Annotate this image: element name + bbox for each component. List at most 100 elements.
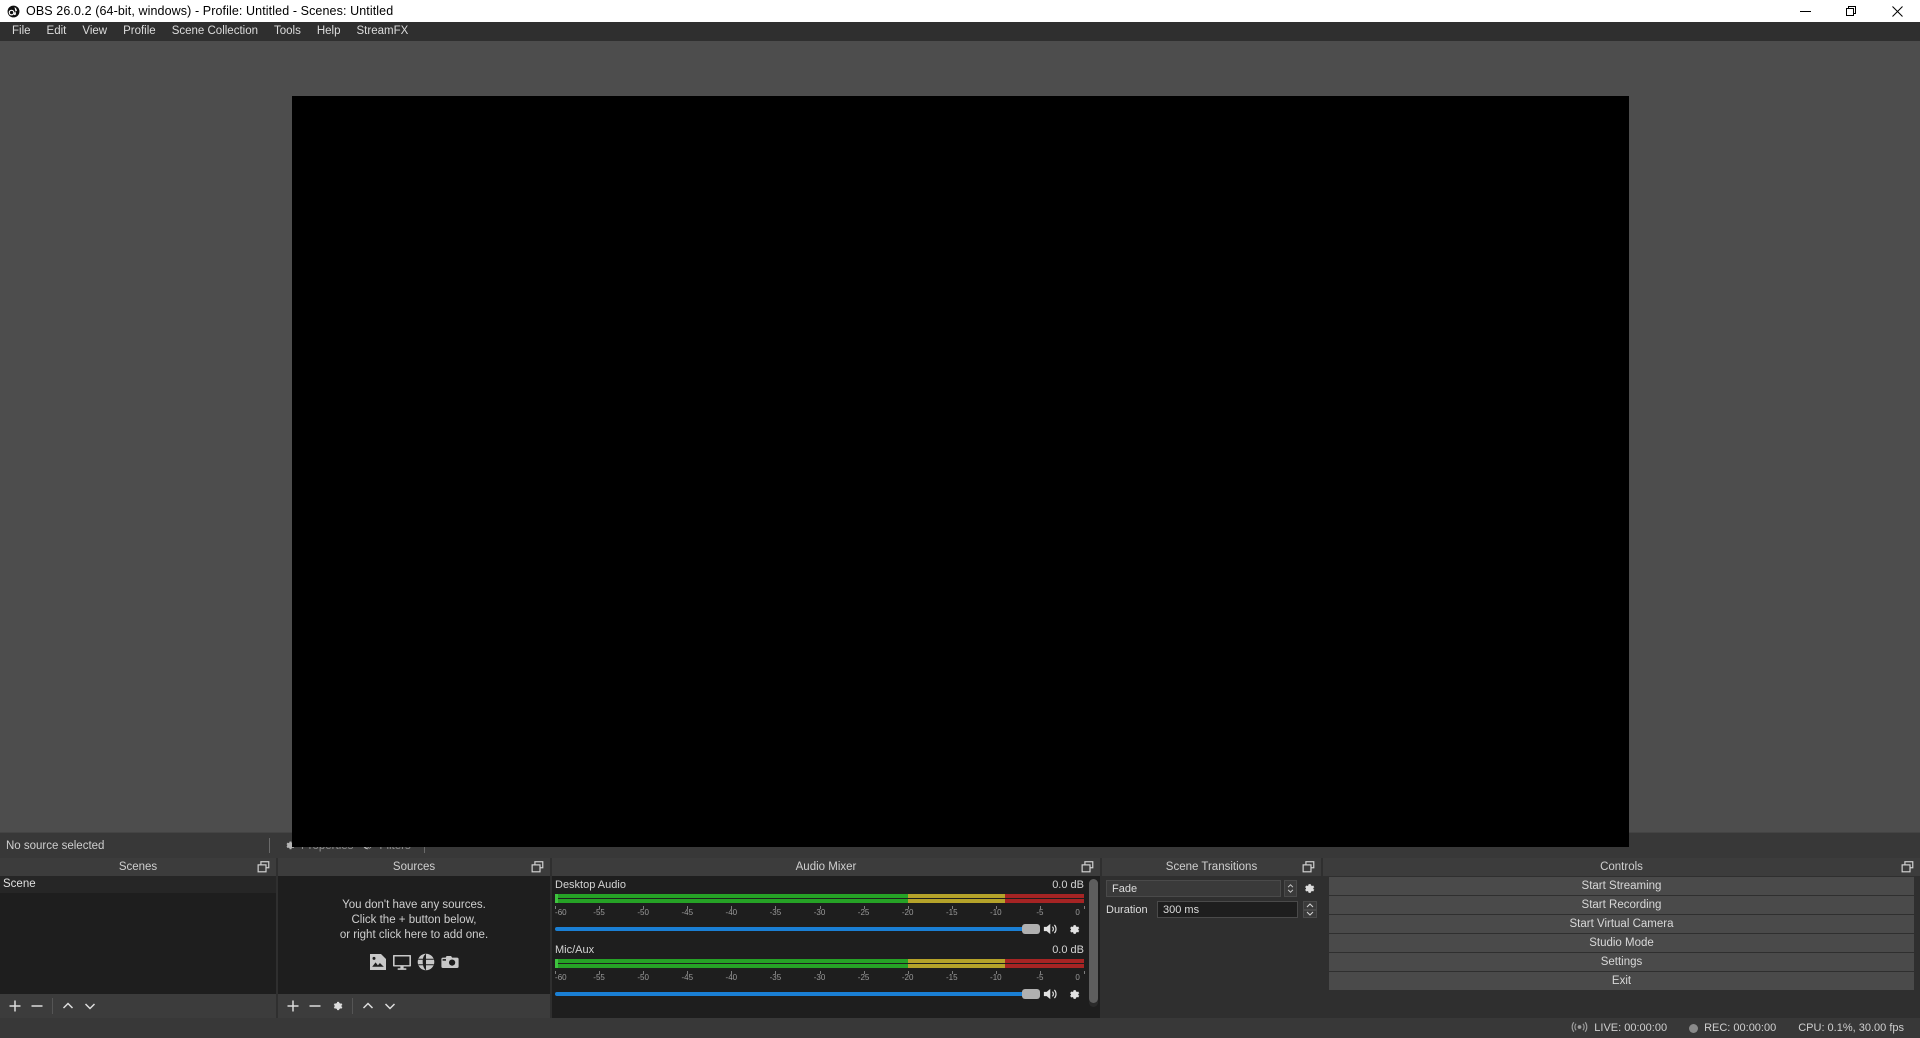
transition-select-row: Fade (1106, 880, 1317, 897)
move-scene-up-button[interactable] (57, 995, 79, 1017)
speaker-icon[interactable] (1040, 984, 1062, 1004)
start-virtual-camera-button[interactable]: Start Virtual Camera (1329, 915, 1914, 933)
source-properties-button[interactable] (326, 995, 348, 1017)
audio-mixer-dock: Audio Mixer Desktop Audio0.0 dB-60-55-50… (552, 858, 1100, 1018)
browser-globe-icon (416, 952, 436, 977)
scene-transitions-title-label: Scene Transitions (1166, 861, 1257, 873)
preview-canvas[interactable] (292, 96, 1629, 847)
dock-row: Scenes Scene (0, 858, 1920, 1018)
start-recording-button[interactable]: Start Recording (1329, 896, 1914, 914)
gear-icon[interactable] (1062, 984, 1084, 1004)
scene-transitions-dock: Scene Transitions Fade (1102, 858, 1321, 1018)
image-icon (368, 952, 388, 977)
scenes-list[interactable]: Scene (0, 876, 276, 994)
sources-dock: Sources You don't have any sources. Clic… (278, 858, 550, 1018)
studio-mode-button[interactable]: Studio Mode (1329, 934, 1914, 952)
sources-empty-line-3: or right click here to add one. (340, 928, 488, 943)
minimize-button[interactable] (1782, 0, 1828, 22)
volume-slider[interactable] (555, 986, 1040, 1002)
display-capture-icon (392, 952, 412, 977)
add-source-button[interactable] (282, 995, 304, 1017)
controls-body: Start Streaming Start Recording Start Vi… (1323, 876, 1920, 1018)
transition-config-button[interactable] (1300, 880, 1317, 897)
exit-button[interactable]: Exit (1329, 972, 1914, 990)
duration-input[interactable]: 300 ms (1157, 901, 1298, 918)
duration-stepper[interactable] (1303, 901, 1317, 918)
add-scene-button[interactable] (4, 995, 26, 1017)
duration-stepper-up[interactable] (1303, 901, 1317, 910)
volume-slider-handle[interactable] (1022, 924, 1040, 934)
move-source-up-button[interactable] (357, 995, 379, 1017)
remove-source-button[interactable] (304, 995, 326, 1017)
audio-meter-tick-label: -55 (593, 973, 605, 982)
menu-streamfx[interactable]: StreamFX (349, 22, 417, 41)
float-dock-icon[interactable] (257, 861, 270, 873)
window-titlebar: OBS 26.0.2 (64-bit, windows) - Profile: … (0, 0, 1920, 22)
remove-scene-button[interactable] (26, 995, 48, 1017)
sources-footer-divider (352, 998, 353, 1014)
audio-channel-header: Mic/Aux0.0 dB (555, 944, 1084, 957)
audio-meter-tick-label: -45 (681, 908, 693, 917)
audio-meter-scale: -60-55-50-45-40-35-30-25-20-15-10-50 (555, 906, 1084, 918)
audio-mixer-channels: Desktop Audio0.0 dB-60-55-50-45-40-35-30… (552, 876, 1100, 1006)
start-streaming-button[interactable]: Start Streaming (1329, 877, 1914, 895)
duration-label: Duration (1106, 904, 1152, 916)
move-source-down-button[interactable] (379, 995, 401, 1017)
menu-scene-collection[interactable]: Scene Collection (164, 22, 266, 41)
gear-icon[interactable] (1062, 919, 1084, 939)
duration-stepper-down[interactable] (1303, 910, 1317, 919)
audio-meter-tick-label: -50 (637, 908, 649, 917)
menu-profile[interactable]: Profile (115, 22, 164, 41)
speaker-icon[interactable] (1040, 919, 1062, 939)
transition-select-stepper[interactable] (1284, 880, 1297, 897)
camera-icon (440, 952, 460, 977)
audio-level-meter (555, 894, 1084, 905)
audio-volume-row (555, 984, 1084, 1004)
close-button[interactable] (1874, 0, 1920, 22)
float-dock-icon[interactable] (1901, 861, 1914, 873)
float-dock-icon[interactable] (1302, 861, 1315, 873)
cpu-status: CPU: 0.1%, 30.00 fps (1798, 1022, 1904, 1034)
sources-empty-state: You don't have any sources. Click the + … (278, 876, 550, 977)
audio-volume-row (555, 919, 1084, 939)
audio-mixer-title-label: Audio Mixer (796, 861, 857, 873)
volume-slider-handle[interactable] (1022, 989, 1040, 999)
window-title: OBS 26.0.2 (64-bit, windows) - Profile: … (26, 4, 1782, 18)
audio-channel-level: 0.0 dB (1052, 879, 1084, 892)
menu-view[interactable]: View (74, 22, 115, 41)
audio-channel-level: 0.0 dB (1052, 944, 1084, 957)
preview-area[interactable] (0, 41, 1920, 832)
menu-help[interactable]: Help (309, 22, 349, 41)
move-scene-down-button[interactable] (79, 995, 101, 1017)
audio-channel: Mic/Aux0.0 dB-60-55-50-45-40-35-30-25-20… (552, 941, 1100, 1006)
sources-list[interactable]: You don't have any sources. Click the + … (278, 876, 550, 994)
volume-slider[interactable] (555, 921, 1040, 937)
float-dock-icon[interactable] (531, 861, 544, 873)
toolbar-divider-1 (269, 838, 270, 853)
scenes-footer-divider (52, 998, 53, 1014)
audio-mixer-body: Desktop Audio0.0 dB-60-55-50-45-40-35-30… (552, 876, 1100, 1018)
scene-transitions-dock-title: Scene Transitions (1102, 858, 1321, 876)
controls-dock-title: Controls (1323, 858, 1920, 876)
menu-tools[interactable]: Tools (266, 22, 309, 41)
live-time-label: LIVE: 00:00:00 (1594, 1022, 1667, 1034)
cpu-label: CPU: 0.1%, 30.00 fps (1798, 1022, 1904, 1034)
audio-channel-name: Desktop Audio (555, 879, 626, 892)
broadcast-icon (1571, 1021, 1588, 1036)
audio-meter-tick-label: -10 (990, 908, 1002, 917)
audio-meter-tick-label: -40 (726, 973, 738, 982)
statusbar: LIVE: 00:00:00 REC: 00:00:00 CPU: 0.1%, … (0, 1018, 1920, 1038)
live-status: LIVE: 00:00:00 (1571, 1021, 1667, 1036)
audio-mixer-scrollbar[interactable] (1089, 879, 1098, 1007)
audio-meter-tick-label: -35 (770, 973, 782, 982)
audio-meter-tick-label: -35 (770, 908, 782, 917)
duration-value: 300 ms (1163, 904, 1199, 916)
settings-button[interactable]: Settings (1329, 953, 1914, 971)
float-dock-icon[interactable] (1081, 861, 1094, 873)
menu-file[interactable]: File (4, 22, 39, 41)
scene-list-item[interactable]: Scene (0, 876, 276, 893)
scenes-dock-title: Scenes (0, 858, 276, 876)
transition-select[interactable]: Fade (1106, 880, 1281, 897)
restore-button[interactable] (1828, 0, 1874, 22)
menu-edit[interactable]: Edit (39, 22, 75, 41)
